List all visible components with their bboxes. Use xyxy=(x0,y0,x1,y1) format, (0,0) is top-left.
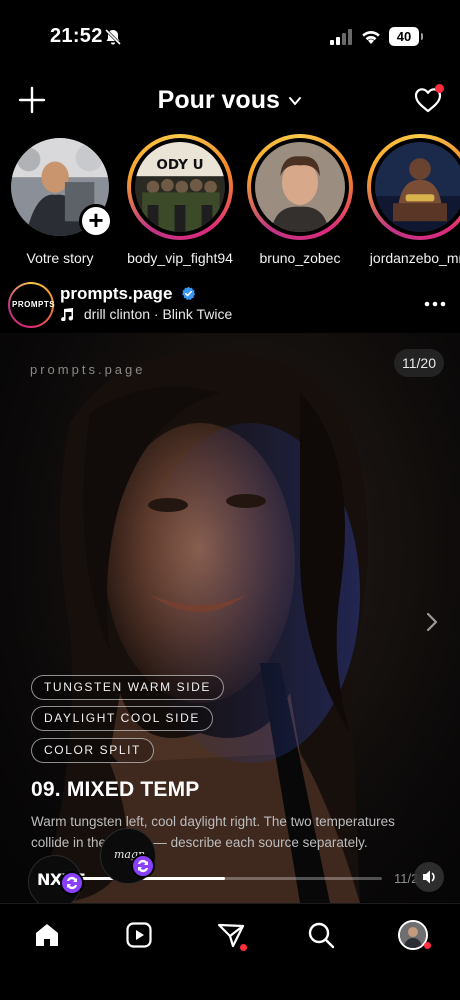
repost-icon xyxy=(131,854,155,878)
avatar-text: PROMPTS xyxy=(10,284,55,326)
stories-tray: + Votre story ODY U body_vip_fight94 bru… xyxy=(0,134,460,269)
profile-badge xyxy=(424,942,431,949)
audio-label: drill clinton · Blink Twice xyxy=(83,306,233,322)
search-icon[interactable] xyxy=(306,920,336,950)
avatar: ODY U xyxy=(135,142,225,232)
story-jordanzebo[interactable]: jordanzebo_mm xyxy=(365,134,460,266)
status-time: 21:52 xyxy=(50,25,103,47)
battery-indicator: 40 xyxy=(389,27,423,46)
brand-watermark: prompts.page xyxy=(30,362,146,377)
app-header: Pour vous xyxy=(0,80,460,124)
feed-selector[interactable]: Pour vous xyxy=(0,86,460,115)
story-body-vip[interactable]: ODY U body_vip_fight94 xyxy=(125,134,235,266)
slide-headline: 09. MIXED TEMP xyxy=(31,778,200,801)
story-ring xyxy=(247,134,353,240)
bell-muted-icon xyxy=(104,28,122,46)
slide-counter: 11/20 xyxy=(394,349,444,377)
avatar xyxy=(255,142,345,232)
music-note-icon xyxy=(61,308,74,321)
story-label: jordanzebo_mm xyxy=(369,250,460,266)
post-author-row[interactable]: prompts.page xyxy=(60,284,196,304)
post-audio[interactable]: drill clinton · Blink Twice xyxy=(60,306,232,322)
post-media-carousel[interactable]: prompts.page 11/20 TUNGSTEN WARM SIDE DA… xyxy=(0,333,460,903)
page-title: Pour vous xyxy=(157,86,280,114)
notification-dot xyxy=(435,84,444,93)
home-icon[interactable] xyxy=(32,920,62,950)
verified-badge-icon xyxy=(182,286,196,300)
story-thumb-text: ODY U xyxy=(156,157,203,173)
add-story-button[interactable]: + xyxy=(79,204,113,238)
bottom-nav xyxy=(0,903,460,1000)
story-ring: ODY U xyxy=(127,134,233,240)
story-label: Votre story xyxy=(26,250,94,266)
tag-chip: TUNGSTEN WARM SIDE xyxy=(31,675,225,700)
mute-button[interactable] xyxy=(414,862,444,892)
story-own[interactable]: + Votre story xyxy=(5,134,115,266)
chevron-down-icon xyxy=(289,96,302,105)
post-username: prompts.page xyxy=(60,284,173,303)
story-ring xyxy=(367,134,460,240)
chevron-right-icon[interactable] xyxy=(424,611,440,633)
signal-icon xyxy=(330,29,352,45)
tag-chip: DAYLIGHT COOL SIDE xyxy=(31,706,213,731)
tag-chip: COLOR SPLIT xyxy=(31,738,154,763)
story-label: body_vip_fight94 xyxy=(127,250,233,266)
status-bar: 21:52 40 xyxy=(0,0,460,74)
story-bruno[interactable]: bruno_zobec xyxy=(245,134,355,266)
avatar xyxy=(375,142,460,232)
repost-icon xyxy=(60,871,84,895)
reels-icon[interactable] xyxy=(124,920,154,950)
video-progress[interactable] xyxy=(32,877,382,880)
messages-badge xyxy=(240,944,247,951)
post-header: PROMPTS prompts.page drill clinton · Bli… xyxy=(0,280,460,332)
wifi-icon xyxy=(362,31,380,44)
post-author-avatar[interactable]: PROMPTS xyxy=(8,282,55,328)
speaker-icon xyxy=(423,870,435,884)
more-options-icon[interactable] xyxy=(422,294,448,314)
story-label: bruno_zobec xyxy=(259,250,341,266)
slide-description: Warm tungsten left, cool daylight right.… xyxy=(31,814,395,850)
